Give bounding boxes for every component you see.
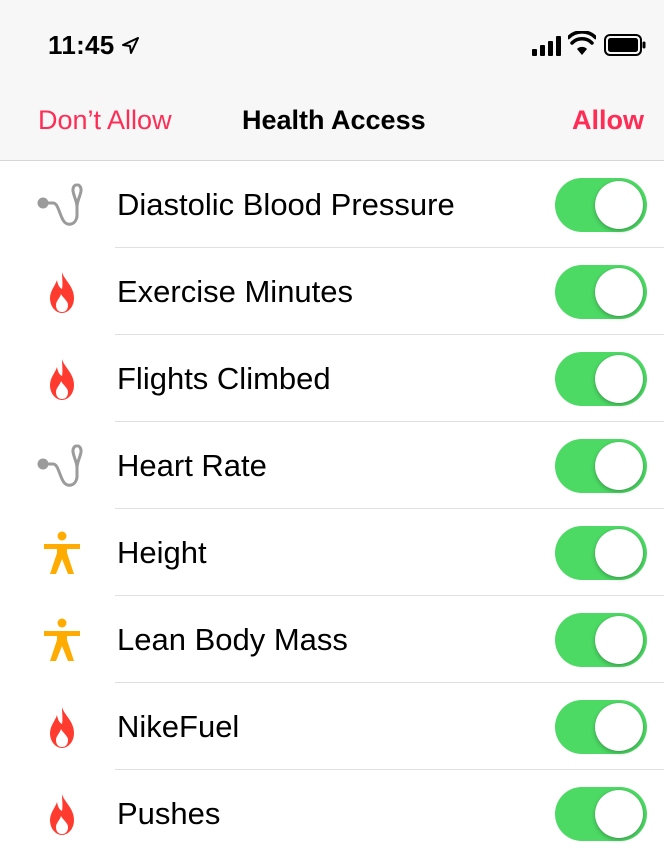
nav-bar: Don’t Allow Health Access Allow [0,90,664,161]
toggle-switch[interactable] [555,613,647,667]
allow-button[interactable]: Allow [572,105,644,136]
toggle-switch[interactable] [555,787,647,841]
location-arrow-icon [122,37,139,54]
toggle-knob [595,703,643,751]
item-label: Diastolic Blood Pressure [117,187,455,222]
flame-icon [50,794,74,835]
item-label: Exercise Minutes [117,274,354,309]
flame-icon [50,272,74,313]
status-bar: 11:45 [0,0,664,90]
toggle-knob [595,529,643,577]
item-label: Heart Rate [117,448,267,483]
body-figure-icon [44,531,80,574]
toggle-knob [595,268,643,316]
list-item: Lean Body Mass [0,596,664,683]
toggle-knob [595,355,643,403]
list-item: Exercise Minutes [0,248,664,335]
item-label: Lean Body Mass [117,622,348,657]
flame-icon [50,707,74,748]
list-item: Pushes [0,770,664,857]
toggle-switch[interactable] [555,178,647,232]
flame-icon [50,359,74,400]
battery-icon [604,34,646,56]
stethoscope-icon [37,183,83,226]
toggle-knob [595,790,643,838]
toggle-knob [595,442,643,490]
item-label: Flights Climbed [117,361,331,396]
toggle-switch[interactable] [555,265,647,319]
permissions-list: Diastolic Blood Pressure Exercise Minute… [0,161,664,857]
item-label: NikeFuel [117,709,240,744]
status-time: 11:45 [48,30,115,60]
toggle-switch[interactable] [555,439,647,493]
stethoscope-icon [37,444,83,487]
body-figure-icon [44,618,80,661]
toggle-knob [595,616,643,664]
list-item: Diastolic Blood Pressure [0,161,664,248]
item-label: Height [117,535,207,570]
toggle-switch[interactable] [555,352,647,406]
wifi-icon [568,31,596,55]
dont-allow-button[interactable]: Don’t Allow [38,105,172,136]
cellular-signal-icon [532,36,561,56]
list-item: Flights Climbed [0,335,664,422]
toggle-switch[interactable] [555,700,647,754]
list-item: NikeFuel [0,683,664,770]
page-title: Health Access [242,105,426,135]
list-item: Height [0,509,664,596]
list-item: Heart Rate [0,422,664,509]
toggle-switch[interactable] [555,526,647,580]
item-label: Pushes [117,796,221,831]
toggle-knob [595,181,643,229]
